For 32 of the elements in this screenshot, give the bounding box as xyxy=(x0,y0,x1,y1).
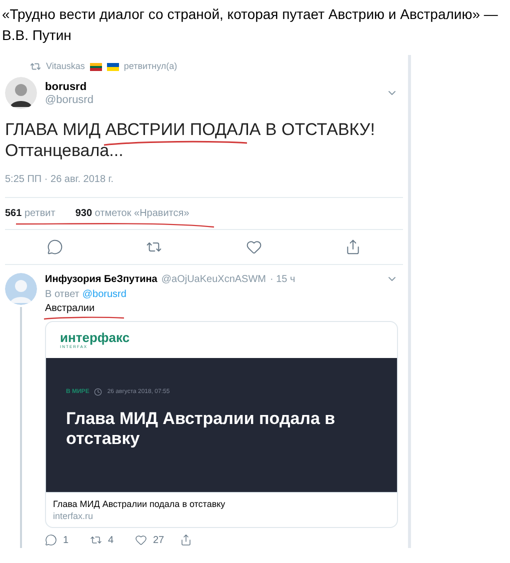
card-domain: interfax.ru xyxy=(53,510,94,522)
share-icon[interactable] xyxy=(180,534,192,546)
tweet-stat[interactable]: 930 отметок «Нравится» xyxy=(75,206,190,220)
tweet-time: 5:25 ПП · 26 авг. 2018 г. xyxy=(5,174,114,184)
flag-icon xyxy=(106,62,119,71)
author-name[interactable]: borusrd xyxy=(45,80,378,94)
reply-label: В ответ xyxy=(45,288,80,302)
tweet-age: · 15 ч xyxy=(270,272,296,286)
caption: «Трудно вести диалог со страной, которая путает Австрию и Австралию» — В.В. Путин xyxy=(1,5,499,45)
tweet-stat[interactable]: 561 ретвит xyxy=(5,206,56,220)
retweet-label: ретвитнул(а) xyxy=(124,60,178,73)
share-icon[interactable] xyxy=(345,238,362,254)
heart-icon[interactable] xyxy=(135,534,147,546)
action-count: 1 xyxy=(63,534,69,548)
clock-icon xyxy=(94,388,102,396)
speech-bubble-icon[interactable] xyxy=(46,238,63,254)
tweet-text: ГЛАВА МИД АВСТРИИ ПОДАЛА В ОТСТАВКУ! xyxy=(5,118,375,140)
action-count: 27 xyxy=(153,534,164,548)
tweet-text: Оттанцевала... xyxy=(5,140,124,160)
heart-icon[interactable] xyxy=(246,238,262,254)
author-name[interactable]: Инфузория БеЗпутина xyxy=(45,272,158,286)
retweet-icon xyxy=(30,61,41,72)
news-headline: Глава МИД Австралии подала в отставку xyxy=(66,408,336,448)
action-count: 4 xyxy=(108,534,114,548)
reply-text: Австралии xyxy=(45,302,95,316)
flag-icon xyxy=(90,62,102,71)
speech-bubble-icon[interactable] xyxy=(45,534,57,546)
avatar-icon xyxy=(5,76,37,108)
avatar-icon xyxy=(5,272,37,304)
card-title: Глава МИД Австралии подала в отставку xyxy=(53,498,226,510)
site-logo: интерфакс xyxy=(60,330,131,344)
retweet-icon[interactable] xyxy=(90,534,102,546)
